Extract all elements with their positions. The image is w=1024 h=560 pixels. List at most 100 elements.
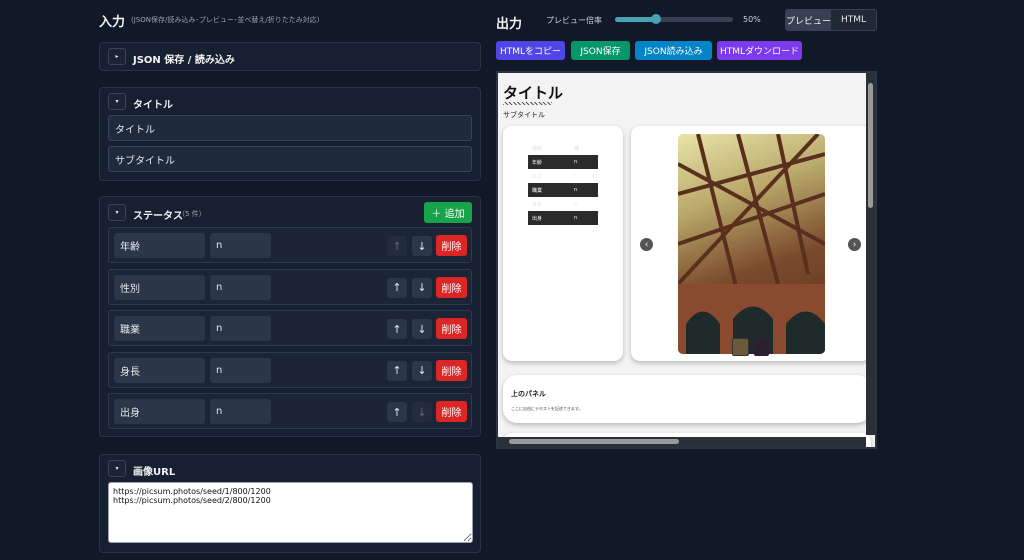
delete-button[interactable]: 削除 (436, 359, 467, 381)
carousel-image (678, 134, 825, 354)
status-row: 身長 n ↑ ↓ 削除 (108, 351, 472, 388)
table-cell: 年齢 (532, 159, 543, 166)
table-cell: n (574, 159, 578, 165)
status-label-input[interactable]: 身長 (114, 357, 205, 383)
horizontal-scrollbar[interactable] (498, 437, 866, 447)
table-row: 身長 n (528, 197, 598, 211)
move-down-button[interactable]: ↓ (412, 402, 432, 423)
move-down-button[interactable]: ↓ (412, 236, 432, 256)
move-down-button[interactable]: ↓ (412, 319, 432, 340)
status-value-input[interactable]: n (210, 399, 271, 425)
zoom-slider-thumb[interactable] (651, 14, 662, 24)
status-value-input[interactable]: n (210, 233, 271, 258)
image-url-section: ▾ 画像URL https://picsum.photos/seed/1/800… (99, 454, 481, 553)
section-title[interactable]: JSON 保存 / 読み込み (133, 51, 235, 66)
table-cell: 職業 (532, 187, 543, 194)
thumbnail-1[interactable] (732, 338, 749, 356)
preview-title: タイトル (503, 84, 564, 102)
table-cell: 出身 (532, 215, 543, 222)
text-panel: 上のパネル ここに自由にテキストを記述できます。 (503, 375, 871, 423)
section-title: タイトル (133, 100, 173, 111)
collapse-toggle[interactable]: ▾ (108, 460, 126, 477)
move-up-button[interactable]: ↑ (387, 236, 407, 256)
zoom-slider-fill (615, 17, 657, 22)
carousel-prev-button[interactable]: ‹ (640, 238, 653, 251)
move-down-button[interactable]: ↓ (412, 360, 432, 381)
status-row: 出身 n ↑ ↓ 削除 (108, 393, 472, 430)
move-up-button[interactable]: ↑ (387, 319, 407, 340)
table-row: 性別 n (528, 169, 598, 183)
bridge-photo (678, 134, 825, 354)
status-section: ▾ ステータス （5 件） ＋ 追加 年齢 n ↑ ↓ 削除 性別 n ↑ ↓ 削… (99, 196, 481, 437)
title-underline (503, 102, 552, 105)
json-section: ▸ JSON 保存 / 読み込み (99, 42, 481, 71)
tab-html[interactable]: HTML (831, 10, 876, 30)
table-cell: n (574, 187, 578, 193)
move-down-button[interactable]: ↓ (412, 277, 432, 298)
collapse-toggle[interactable]: ▾ (108, 93, 126, 110)
status-label-input[interactable]: 出身 (114, 399, 205, 425)
zoom-value: 50% (743, 15, 761, 24)
table-header: 項目 値 (528, 141, 598, 155)
status-label-input[interactable]: 性別 (114, 274, 205, 300)
zoom-slider[interactable] (615, 14, 733, 24)
table-cell: 性別 (532, 173, 543, 180)
expand-toggle[interactable]: ▸ (108, 48, 126, 65)
header-cell: 項目 (532, 145, 543, 152)
status-label-input[interactable]: 職業 (114, 316, 205, 342)
preview-subtitle: サブタイトル (503, 111, 545, 119)
status-table: 項目 値 年齢 n 性別 n 職業 n 身長 n 出身 n (528, 141, 598, 225)
vertical-scroll-thumb[interactable] (868, 83, 873, 208)
status-row: 性別 n ↑ ↓ 削除 (108, 268, 472, 305)
header-cell: 値 (574, 145, 580, 152)
status-card: 項目 値 年齢 n 性別 n 職業 n 身長 n 出身 n (503, 126, 623, 361)
status-row: 年齢 n ↑ ↓ 削除 (108, 227, 472, 263)
delete-button[interactable]: 削除 (436, 235, 467, 256)
move-up-button[interactable]: ↑ (387, 402, 407, 423)
subtitle-input[interactable]: サブタイトル (108, 146, 472, 172)
status-value-input[interactable]: n (210, 357, 271, 383)
table-cell: 身長 (532, 201, 543, 208)
section-title: ステータス (133, 211, 183, 222)
zoom-label: プレビュー倍率 (546, 16, 602, 25)
horizontal-scroll-thumb[interactable] (509, 439, 679, 444)
title-section: ▾ タイトル タイトル サブタイトル (99, 87, 481, 181)
save-json-button[interactable]: JSON保存 (571, 41, 630, 60)
tab-preview[interactable]: プレビュー (786, 10, 831, 30)
view-tabs: プレビュー HTML (785, 9, 877, 31)
panel-text: ここに自由にテキストを記述できます。 (511, 406, 583, 411)
status-label-input[interactable]: 年齢 (114, 233, 205, 258)
carousel-next-button[interactable]: › (848, 238, 861, 251)
input-subheading: (JSON保存/読み込み･プレビュー･並べ替え/折りたたみ対応) (131, 16, 320, 24)
table-cell: n (574, 173, 578, 179)
table-row: 年齢 n (528, 155, 598, 169)
add-button[interactable]: ＋ 追加 (424, 202, 472, 223)
section-title: 画像URL (133, 467, 176, 478)
delete-button[interactable]: 削除 (436, 276, 467, 298)
delete-button[interactable]: 削除 (436, 401, 467, 423)
load-json-button[interactable]: JSON読み込み (635, 41, 712, 60)
table-row: 出身 n (528, 211, 598, 225)
table-cell: n (574, 215, 578, 221)
move-up-button[interactable]: ↑ (387, 277, 407, 298)
title-input[interactable]: タイトル (108, 115, 472, 141)
table-cell: n (574, 201, 578, 207)
status-row: 職業 n ↑ ↓ 削除 (108, 310, 472, 347)
image-carousel-card: ‹ › (631, 126, 871, 361)
input-heading: 入力 (99, 15, 126, 30)
panel-title: 上のパネル (511, 390, 546, 398)
image-url-textarea[interactable]: https://picsum.photos/seed/1/800/1200 ht… (108, 482, 473, 543)
vertical-scrollbar[interactable] (866, 73, 875, 435)
status-value-input[interactable]: n (210, 274, 271, 300)
status-value-input[interactable]: n (210, 316, 271, 342)
thumbnail-2[interactable] (754, 338, 769, 356)
preview-frame: タイトル サブタイトル 項目 値 年齢 n 性別 n 職業 n 身長 n 出身 n ‹ › 上のパネ… (496, 71, 877, 449)
collapse-toggle[interactable]: ▾ (108, 204, 126, 221)
download-html-button[interactable]: HTMLダウンロード (717, 41, 802, 60)
status-count: （5 件） (178, 210, 206, 218)
table-row: 職業 n (528, 183, 598, 197)
move-up-button[interactable]: ↑ (387, 360, 407, 381)
delete-button[interactable]: 削除 (436, 318, 467, 340)
copy-html-button[interactable]: HTMLをコピー (496, 41, 565, 60)
output-heading: 出力 (496, 17, 523, 32)
